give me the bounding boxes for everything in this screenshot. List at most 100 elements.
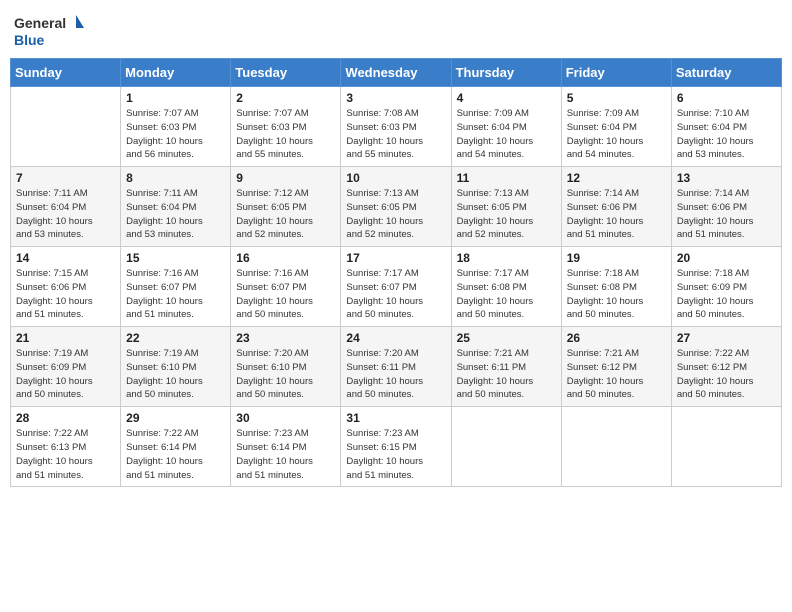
calendar-cell: 29 Sunrise: 7:22 AM Sunset: 6:14 PM Dayli… — [121, 407, 231, 487]
weekday-header: Sunday — [11, 59, 121, 87]
weekday-header: Thursday — [451, 59, 561, 87]
day-info: Sunrise: 7:17 AM Sunset: 6:07 PM Dayligh… — [346, 267, 445, 322]
calendar-week-row: 21 Sunrise: 7:19 AM Sunset: 6:09 PM Dayli… — [11, 327, 782, 407]
day-info: Sunrise: 7:23 AM Sunset: 6:14 PM Dayligh… — [236, 427, 335, 482]
day-number: 26 — [567, 331, 666, 345]
day-info: Sunrise: 7:16 AM Sunset: 6:07 PM Dayligh… — [126, 267, 225, 322]
day-info: Sunrise: 7:19 AM Sunset: 6:10 PM Dayligh… — [126, 347, 225, 402]
day-info: Sunrise: 7:14 AM Sunset: 6:06 PM Dayligh… — [567, 187, 666, 242]
day-info: Sunrise: 7:21 AM Sunset: 6:11 PM Dayligh… — [457, 347, 556, 402]
calendar-header-row: SundayMondayTuesdayWednesdayThursdayFrid… — [11, 59, 782, 87]
day-info: Sunrise: 7:09 AM Sunset: 6:04 PM Dayligh… — [457, 107, 556, 162]
day-info: Sunrise: 7:13 AM Sunset: 6:05 PM Dayligh… — [346, 187, 445, 242]
day-number: 20 — [677, 251, 776, 265]
calendar-cell: 12 Sunrise: 7:14 AM Sunset: 6:06 PM Dayli… — [561, 167, 671, 247]
day-number: 23 — [236, 331, 335, 345]
day-info: Sunrise: 7:10 AM Sunset: 6:04 PM Dayligh… — [677, 107, 776, 162]
calendar-week-row: 1 Sunrise: 7:07 AM Sunset: 6:03 PM Daylig… — [11, 87, 782, 167]
day-info: Sunrise: 7:21 AM Sunset: 6:12 PM Dayligh… — [567, 347, 666, 402]
calendar-cell: 20 Sunrise: 7:18 AM Sunset: 6:09 PM Dayli… — [671, 247, 781, 327]
calendar-cell: 7Sunrise: 7:11 AM Sunset: 6:04 PM Daylig… — [11, 167, 121, 247]
day-number: 13 — [677, 171, 776, 185]
logo-svg: General Blue — [14, 10, 84, 52]
day-number: 9 — [236, 171, 335, 185]
weekday-header: Saturday — [671, 59, 781, 87]
weekday-header: Friday — [561, 59, 671, 87]
day-info: Sunrise: 7:18 AM Sunset: 6:08 PM Dayligh… — [567, 267, 666, 322]
day-info: Sunrise: 7:20 AM Sunset: 6:11 PM Dayligh… — [346, 347, 445, 402]
calendar-cell: 31 Sunrise: 7:23 AM Sunset: 6:15 PM Dayli… — [341, 407, 451, 487]
calendar-cell: 28Sunrise: 7:22 AM Sunset: 6:13 PM Dayli… — [11, 407, 121, 487]
day-number: 2 — [236, 91, 335, 105]
calendar-cell: 14 Sunrise: 7:15 AM Sunset: 6:06 PM Dayli… — [11, 247, 121, 327]
weekday-header: Tuesday — [231, 59, 341, 87]
day-number: 31 — [346, 411, 445, 425]
calendar-cell: 22 Sunrise: 7:19 AM Sunset: 6:10 PM Dayli… — [121, 327, 231, 407]
day-number: 5 — [567, 91, 666, 105]
calendar-cell: 23 Sunrise: 7:20 AM Sunset: 6:10 PM Dayli… — [231, 327, 341, 407]
calendar-cell: 5 Sunrise: 7:09 AM Sunset: 6:04 PM Daylig… — [561, 87, 671, 167]
calendar-cell: 19 Sunrise: 7:18 AM Sunset: 6:08 PM Dayli… — [561, 247, 671, 327]
calendar-cell — [451, 407, 561, 487]
calendar-cell: 25 Sunrise: 7:21 AM Sunset: 6:11 PM Dayli… — [451, 327, 561, 407]
day-info: Sunrise: 7:17 AM Sunset: 6:08 PM Dayligh… — [457, 267, 556, 322]
day-info: Sunrise: 7:16 AM Sunset: 6:07 PM Dayligh… — [236, 267, 335, 322]
day-number: 27 — [677, 331, 776, 345]
day-info: Sunrise: 7:08 AM Sunset: 6:03 PM Dayligh… — [346, 107, 445, 162]
day-number: 24 — [346, 331, 445, 345]
calendar-cell: 4 Sunrise: 7:09 AM Sunset: 6:04 PM Daylig… — [451, 87, 561, 167]
day-info: Sunrise: 7:22 AM Sunset: 6:14 PM Dayligh… — [126, 427, 225, 482]
calendar-cell: 21 Sunrise: 7:19 AM Sunset: 6:09 PM Dayli… — [11, 327, 121, 407]
day-info: Sunrise: 7:11 AM Sunset: 6:04 PM Dayligh… — [16, 187, 115, 242]
day-number: 21 — [16, 331, 115, 345]
day-info: Sunrise: 7:20 AM Sunset: 6:10 PM Dayligh… — [236, 347, 335, 402]
day-number: 6 — [677, 91, 776, 105]
calendar-cell: 1 Sunrise: 7:07 AM Sunset: 6:03 PM Daylig… — [121, 87, 231, 167]
day-info: Sunrise: 7:15 AM Sunset: 6:06 PM Dayligh… — [16, 267, 115, 322]
calendar-cell: 27 Sunrise: 7:22 AM Sunset: 6:12 PM Dayli… — [671, 327, 781, 407]
calendar-cell: 30Sunrise: 7:23 AM Sunset: 6:14 PM Dayli… — [231, 407, 341, 487]
calendar-cell: 9Sunrise: 7:12 AM Sunset: 6:05 PM Daylig… — [231, 167, 341, 247]
logo: General Blue — [14, 10, 84, 52]
calendar-cell: 11 Sunrise: 7:13 AM Sunset: 6:05 PM Dayli… — [451, 167, 561, 247]
day-info: Sunrise: 7:11 AM Sunset: 6:04 PM Dayligh… — [126, 187, 225, 242]
day-info: Sunrise: 7:18 AM Sunset: 6:09 PM Dayligh… — [677, 267, 776, 322]
day-number: 14 — [16, 251, 115, 265]
calendar-cell: 13Sunrise: 7:14 AM Sunset: 6:06 PM Dayli… — [671, 167, 781, 247]
day-info: Sunrise: 7:09 AM Sunset: 6:04 PM Dayligh… — [567, 107, 666, 162]
day-number: 8 — [126, 171, 225, 185]
calendar-cell — [11, 87, 121, 167]
day-info: Sunrise: 7:19 AM Sunset: 6:09 PM Dayligh… — [16, 347, 115, 402]
day-info: Sunrise: 7:22 AM Sunset: 6:13 PM Dayligh… — [16, 427, 115, 482]
day-number: 29 — [126, 411, 225, 425]
calendar-cell: 10 Sunrise: 7:13 AM Sunset: 6:05 PM Dayli… — [341, 167, 451, 247]
day-number: 1 — [126, 91, 225, 105]
calendar-cell — [671, 407, 781, 487]
day-info: Sunrise: 7:23 AM Sunset: 6:15 PM Dayligh… — [346, 427, 445, 482]
calendar-cell: 15Sunrise: 7:16 AM Sunset: 6:07 PM Dayli… — [121, 247, 231, 327]
day-number: 25 — [457, 331, 556, 345]
day-info: Sunrise: 7:13 AM Sunset: 6:05 PM Dayligh… — [457, 187, 556, 242]
day-number: 11 — [457, 171, 556, 185]
day-info: Sunrise: 7:22 AM Sunset: 6:12 PM Dayligh… — [677, 347, 776, 402]
calendar-cell: 16 Sunrise: 7:16 AM Sunset: 6:07 PM Dayli… — [231, 247, 341, 327]
calendar-cell: 2 Sunrise: 7:07 AM Sunset: 6:03 PM Daylig… — [231, 87, 341, 167]
day-number: 12 — [567, 171, 666, 185]
calendar-cell: 17 Sunrise: 7:17 AM Sunset: 6:07 PM Dayli… — [341, 247, 451, 327]
day-number: 4 — [457, 91, 556, 105]
day-number: 22 — [126, 331, 225, 345]
calendar-cell: 18Sunrise: 7:17 AM Sunset: 6:08 PM Dayli… — [451, 247, 561, 327]
day-number: 19 — [567, 251, 666, 265]
day-info: Sunrise: 7:07 AM Sunset: 6:03 PM Dayligh… — [236, 107, 335, 162]
calendar-cell: 8 Sunrise: 7:11 AM Sunset: 6:04 PM Daylig… — [121, 167, 231, 247]
day-number: 16 — [236, 251, 335, 265]
calendar-cell: 26 Sunrise: 7:21 AM Sunset: 6:12 PM Dayli… — [561, 327, 671, 407]
day-number: 17 — [346, 251, 445, 265]
calendar-week-row: 14 Sunrise: 7:15 AM Sunset: 6:06 PM Dayli… — [11, 247, 782, 327]
day-number: 10 — [346, 171, 445, 185]
weekday-header: Wednesday — [341, 59, 451, 87]
svg-text:General: General — [14, 15, 66, 31]
calendar-cell: 24 Sunrise: 7:20 AM Sunset: 6:11 PM Dayli… — [341, 327, 451, 407]
day-number: 3 — [346, 91, 445, 105]
day-info: Sunrise: 7:07 AM Sunset: 6:03 PM Dayligh… — [126, 107, 225, 162]
